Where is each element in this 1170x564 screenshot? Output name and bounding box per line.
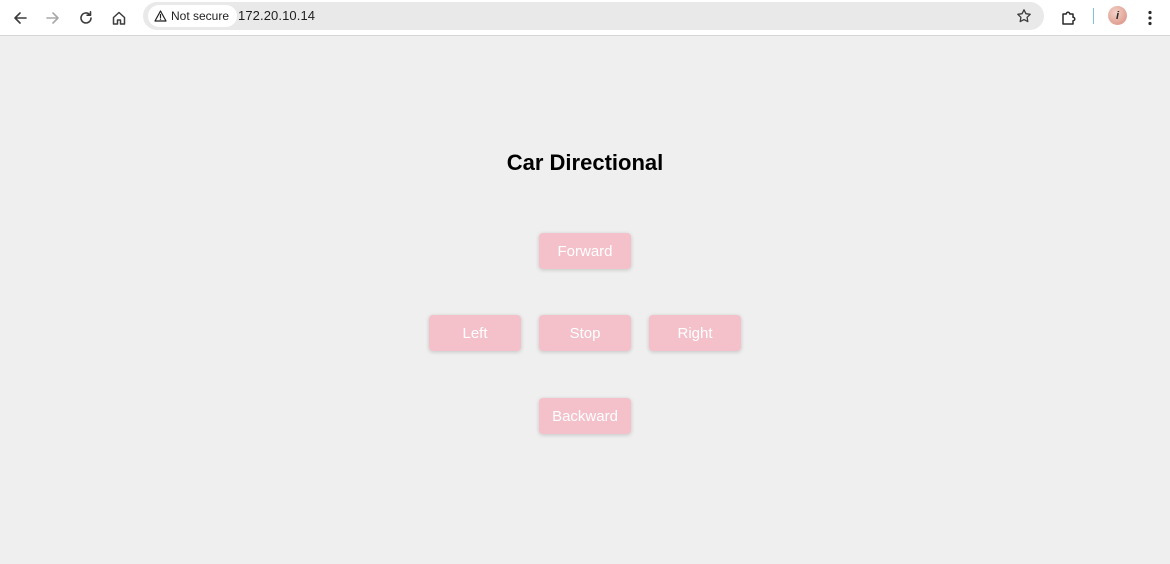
left-button[interactable]: Left <box>429 315 521 351</box>
star-icon <box>1017 9 1031 23</box>
back-button[interactable] <box>6 4 34 32</box>
right-button[interactable]: Right <box>649 315 741 351</box>
home-icon <box>112 11 126 25</box>
address-bar[interactable]: Not secure 172.20.10.14 <box>143 2 1044 30</box>
security-chip[interactable]: Not secure <box>148 5 238 27</box>
reload-button[interactable] <box>72 4 100 32</box>
page-content: Car Directional Forward Left Stop Right … <box>0 37 1170 564</box>
avatar-letter: i <box>1115 9 1120 22</box>
stop-button[interactable]: Stop <box>539 315 631 351</box>
browser-toolbar: Not secure 172.20.10.14 i <box>0 0 1170 36</box>
back-arrow-icon <box>14 12 27 24</box>
security-label: Not secure <box>171 9 230 23</box>
forward-button[interactable]: Forward <box>539 233 631 269</box>
puzzle-icon <box>1062 11 1076 25</box>
forward-arrow-icon <box>46 12 59 24</box>
browser-menu-button[interactable] <box>1136 4 1164 32</box>
forward-nav-button[interactable] <box>39 4 67 32</box>
page-title: Car Directional <box>506 150 664 175</box>
profile-avatar[interactable]: i <box>1108 6 1127 25</box>
reload-icon <box>80 11 92 24</box>
warning-triangle-icon <box>154 10 167 22</box>
url-text[interactable]: 172.20.10.14 <box>238 8 315 23</box>
toolbar-divider <box>1093 8 1094 24</box>
bookmark-button[interactable] <box>1012 4 1036 28</box>
backward-button[interactable]: Backward <box>539 398 631 434</box>
extensions-button[interactable] <box>1055 4 1083 32</box>
kebab-menu-icon <box>1148 10 1152 26</box>
home-button[interactable] <box>105 4 133 32</box>
